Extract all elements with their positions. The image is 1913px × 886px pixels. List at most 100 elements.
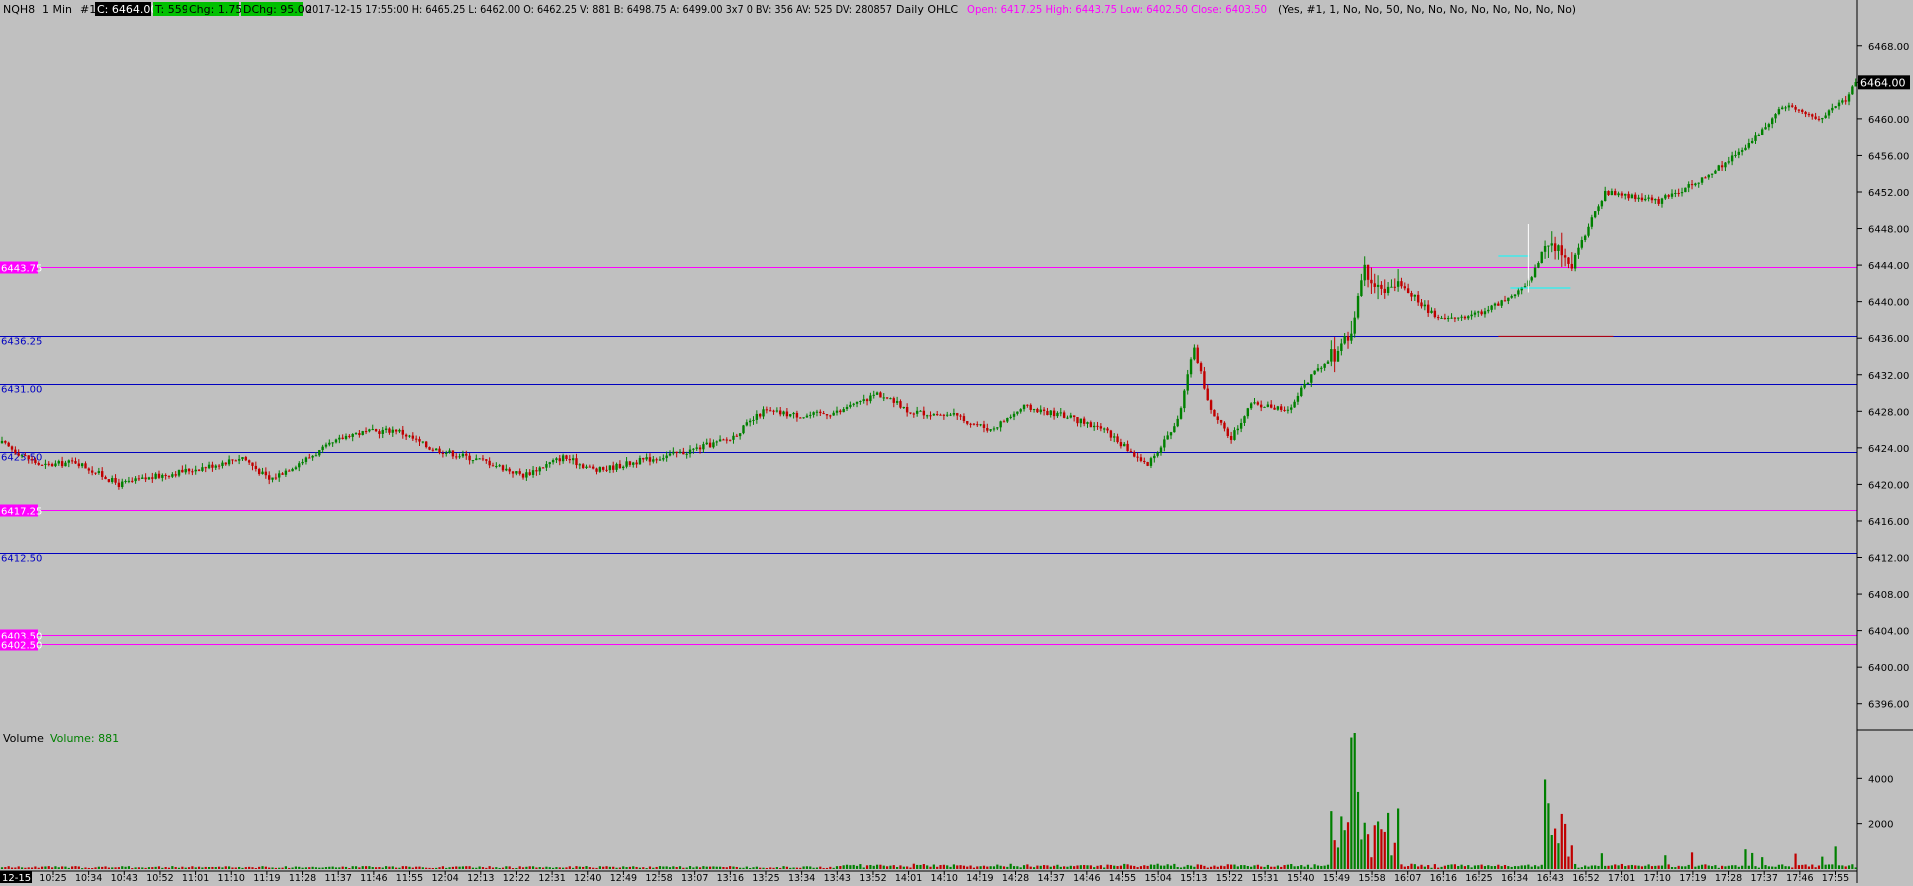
volume-bar bbox=[1253, 865, 1256, 869]
candle-body bbox=[942, 414, 946, 416]
candle-body bbox=[1320, 367, 1323, 369]
volume-bar bbox=[1069, 865, 1072, 869]
volume-bar bbox=[1584, 865, 1587, 869]
candle-body bbox=[117, 482, 121, 487]
volume-bar bbox=[54, 866, 57, 869]
volume-bar bbox=[1841, 865, 1844, 869]
volume-bar bbox=[638, 867, 642, 869]
candle-body bbox=[354, 433, 358, 435]
candle-body bbox=[622, 466, 625, 469]
candle-body bbox=[194, 469, 197, 472]
volume-bar bbox=[1690, 852, 1694, 869]
candle-body bbox=[1470, 314, 1473, 317]
candle-body bbox=[1126, 443, 1129, 452]
candle-body bbox=[371, 429, 374, 431]
candle-body bbox=[551, 460, 555, 463]
candle-body bbox=[1724, 162, 1727, 168]
volume-bar bbox=[1236, 866, 1239, 869]
volume-bar bbox=[879, 864, 882, 869]
candle-body bbox=[1794, 106, 1797, 110]
volume-bar bbox=[1767, 866, 1770, 869]
candle-body bbox=[455, 456, 458, 458]
volume-bar bbox=[1817, 865, 1821, 869]
candle-body bbox=[748, 420, 752, 423]
candle-body bbox=[1523, 286, 1527, 288]
candle-body bbox=[341, 437, 344, 439]
volume-bar bbox=[1387, 812, 1390, 869]
candle-body bbox=[1697, 182, 1700, 184]
price-tick-label: 6452.00 bbox=[1868, 188, 1909, 199]
candle-body bbox=[555, 458, 558, 461]
volume-bar bbox=[1477, 865, 1480, 869]
volume-bar bbox=[1256, 864, 1259, 869]
volume-bar bbox=[214, 867, 217, 869]
volume-bar bbox=[525, 866, 528, 869]
candle-body bbox=[738, 433, 742, 437]
volume-bar bbox=[1787, 866, 1790, 869]
volume-bar bbox=[1500, 866, 1503, 869]
volume-bar bbox=[194, 867, 197, 869]
candle-body bbox=[1490, 305, 1493, 310]
candle-body bbox=[498, 465, 501, 467]
candle-body bbox=[164, 474, 167, 476]
volume-bar bbox=[248, 866, 251, 869]
candle-body bbox=[1166, 435, 1169, 440]
volume-bar bbox=[1079, 865, 1082, 869]
volume-bar bbox=[94, 867, 97, 869]
volume-bar bbox=[164, 867, 167, 869]
candle-body bbox=[1153, 455, 1156, 459]
volume-bar bbox=[425, 867, 428, 869]
volume-bar bbox=[1503, 865, 1507, 869]
candle-body bbox=[1807, 114, 1811, 116]
candle-body bbox=[308, 457, 311, 459]
volume-bar bbox=[141, 867, 144, 869]
candle-body bbox=[1366, 264, 1370, 280]
candle-body bbox=[802, 417, 805, 419]
candle-body bbox=[181, 469, 184, 473]
candle-body bbox=[294, 467, 298, 469]
volume-bar bbox=[301, 867, 304, 869]
candle-body bbox=[885, 397, 889, 399]
candle-body bbox=[1206, 388, 1209, 401]
volume-bar bbox=[1487, 865, 1490, 869]
candle-body bbox=[1737, 151, 1740, 155]
volume-bar bbox=[1246, 866, 1249, 869]
volume-bar bbox=[1754, 866, 1757, 869]
candle-body bbox=[1730, 155, 1734, 162]
candle-body bbox=[1784, 107, 1787, 109]
study-params-text: (Yes, #1, 1, No, No, 50, No, No, No, No,… bbox=[1278, 3, 1576, 16]
volume-bar bbox=[1326, 864, 1330, 869]
volume-bar bbox=[338, 867, 341, 869]
candle-body bbox=[688, 449, 692, 454]
candle-body bbox=[271, 477, 274, 480]
chart-canvas[interactable]: NQH8 1 Min #1 C: 6464.00 T: 559 Chg: 1.7… bbox=[0, 0, 1913, 884]
candle-body bbox=[384, 428, 388, 430]
volume-bar bbox=[1009, 863, 1012, 869]
volume-bar bbox=[939, 865, 942, 869]
candle-body bbox=[87, 468, 91, 471]
candle-body bbox=[1243, 416, 1246, 423]
volume-bar bbox=[719, 866, 722, 869]
volume-bar bbox=[47, 866, 50, 869]
volume-bar bbox=[1053, 865, 1056, 869]
time-tick-label: 11:01 bbox=[182, 873, 209, 883]
candle-body bbox=[578, 464, 582, 466]
volume-bar bbox=[1206, 867, 1209, 869]
volume-bar bbox=[1637, 865, 1640, 869]
volume-bar bbox=[946, 865, 949, 869]
volume-bar bbox=[1574, 863, 1577, 869]
time-tick-label: 17:28 bbox=[1715, 873, 1742, 883]
volume-bar bbox=[258, 866, 261, 869]
volume-bar bbox=[585, 866, 588, 869]
volume-bar bbox=[1276, 865, 1279, 869]
candle-body bbox=[338, 437, 341, 440]
candle-body bbox=[1019, 409, 1022, 412]
price-tick-label: 6444.00 bbox=[1868, 261, 1909, 272]
volume-bar bbox=[648, 866, 652, 869]
daily-ohlc-values: Open: 6417.25 High: 6443.75 Low: 6402.50… bbox=[967, 3, 1267, 16]
candle-body bbox=[1326, 361, 1330, 364]
time-tick-label: 13:34 bbox=[788, 873, 815, 883]
volume-bar bbox=[1650, 866, 1654, 869]
candle-body bbox=[1106, 428, 1109, 431]
candle-body bbox=[1614, 191, 1617, 196]
